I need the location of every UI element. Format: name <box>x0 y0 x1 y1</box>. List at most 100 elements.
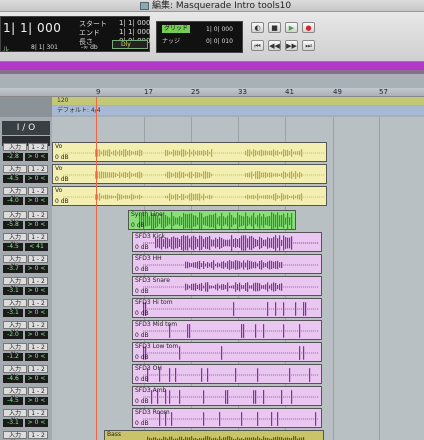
track-pan[interactable]: < 41 <box>25 243 48 251</box>
audio-clip[interactable]: Vo 0 dB <box>52 142 327 162</box>
track-channel-selector[interactable]: 1 - 2 <box>28 277 48 285</box>
clip-name: SFD3 Amb <box>135 387 167 394</box>
grid-nudge-panel[interactable]: グリッド ナッジ 1| 0| 000 0| 0| 010 <box>156 21 243 53</box>
track-input-selector[interactable]: 入力 No <box>3 187 27 202</box>
delay-compensation-toggle[interactable]: Dly <box>112 40 148 49</box>
clip-name: Vo <box>55 143 63 150</box>
stop-button[interactable]: ■ <box>268 22 281 33</box>
track-pan[interactable]: > 0 < <box>25 287 48 295</box>
track-volume[interactable]: -4.6 <box>3 375 23 383</box>
track-pan[interactable]: > 0 < <box>25 265 48 273</box>
audio-clip[interactable]: SFD3 Low tom 0 dB <box>132 342 322 362</box>
audio-clip[interactable]: SFD3 Snare 0 dB <box>132 276 322 296</box>
go-to-end-button[interactable]: ⏭ <box>302 40 315 51</box>
track-input-selector[interactable]: 入力 No <box>3 255 27 270</box>
track-input-selector[interactable]: 入力 No <box>3 431 27 440</box>
track-pan[interactable]: > 0 < <box>25 419 48 427</box>
track-input-selector[interactable]: 入力 No <box>3 299 27 314</box>
audio-clip[interactable]: Vo 0 dB <box>52 164 327 184</box>
track-pan[interactable]: > 0 < <box>25 397 48 405</box>
track-volume[interactable]: -1.2 <box>3 353 23 361</box>
grid-value[interactable]: 1| 0| 000 <box>206 26 233 34</box>
track-pan[interactable]: > 0 < <box>25 153 48 161</box>
meter-ruler[interactable]: デフォルト: 4/4 <box>52 106 424 115</box>
audio-clip[interactable]: SFD3 Amb 0 dB <box>132 386 322 406</box>
track-pan[interactable]: > 0 < <box>25 353 48 361</box>
track-volume[interactable]: -2.8 <box>3 153 23 161</box>
audio-clip[interactable]: Synth Line 0 dB <box>128 210 296 230</box>
clip-waveform <box>147 436 305 440</box>
track-input-selector[interactable]: 入力 No <box>3 409 27 424</box>
track-pan[interactable]: > 0 < <box>25 197 48 205</box>
track-channel-selector[interactable]: 1 - 2 <box>28 233 48 241</box>
start-value[interactable]: 1| 1| 000 <box>119 19 150 27</box>
track-pan[interactable]: > 0 < <box>25 221 48 229</box>
grid-label[interactable]: グリッド <box>162 25 191 33</box>
clip-gain: 0 dB <box>135 420 149 427</box>
sub-counter[interactable]: 8| 1| 301 <box>31 44 58 51</box>
audio-clip[interactable]: SFD3 Hi tom 0 dB <box>132 298 322 318</box>
track-volume[interactable]: -4.5 <box>3 397 23 405</box>
track-volume[interactable]: -3.1 <box>3 287 23 295</box>
track-channel-selector[interactable]: 1 - 2 <box>28 321 48 329</box>
track-volume[interactable]: -3.7 <box>3 265 23 273</box>
nudge-value[interactable]: 0| 0| 010 <box>206 38 233 46</box>
fast-forward-button[interactable]: ▶▶ <box>285 40 298 51</box>
clip-waveform <box>63 193 325 201</box>
audio-clip[interactable]: SFD3 Mid tom 0 dB <box>132 320 322 340</box>
rewind-button[interactable]: ◀◀ <box>268 40 281 51</box>
ruler-tick: 57 <box>379 88 388 96</box>
audio-clip[interactable]: SFD3 OH 0 dB <box>132 364 322 384</box>
track-input-selector[interactable]: 入力 No <box>3 365 27 380</box>
track-volume[interactable]: -4.0 <box>3 197 23 205</box>
track-channel-selector[interactable]: 1 - 2 <box>28 143 48 151</box>
online-button[interactable]: ◐ <box>251 22 264 33</box>
track-volume[interactable]: -4.5 <box>3 175 23 183</box>
track-input-selector[interactable]: 入力 No <box>3 165 27 180</box>
track-channel-selector[interactable]: 1 - 2 <box>28 299 48 307</box>
track-input-selector[interactable]: 入力 No <box>3 343 27 358</box>
track-input-selector[interactable]: 入力 No <box>3 233 27 248</box>
track-channel-selector[interactable]: 1 - 2 <box>28 165 48 173</box>
track-input-selector[interactable]: 入力 No <box>3 321 27 336</box>
track-volume[interactable]: -3.1 <box>3 419 23 427</box>
track-channel-selector[interactable]: 1 - 2 <box>28 387 48 395</box>
audio-clip[interactable]: Vo 0 dB <box>52 186 327 206</box>
track-io-4: 入力 No1 - 2 -5.8> 0 < <box>0 210 52 232</box>
audio-clip[interactable]: SFD3 HH 0 dB <box>132 254 322 274</box>
edit-cursor <box>96 97 97 440</box>
play-button[interactable]: ▶ <box>285 22 298 33</box>
track-channel-selector[interactable]: 1 - 2 <box>28 211 48 219</box>
clip-name: SFD3 OH <box>135 365 162 372</box>
track-input-selector[interactable]: 入力 No <box>3 211 27 226</box>
main-counter[interactable]: 1| 1| 000 <box>3 21 61 35</box>
nudge-label[interactable]: ナッジ <box>162 38 180 46</box>
track-volume[interactable]: -2.0 <box>3 331 23 339</box>
return-to-zero-button[interactable]: ⏮ <box>251 40 264 51</box>
track-channel-selector[interactable]: 1 - 2 <box>28 365 48 373</box>
track-channel-selector[interactable]: 1 - 2 <box>28 431 48 439</box>
track-pan[interactable]: > 0 < <box>25 331 48 339</box>
tempo-ruler[interactable]: 120 <box>52 97 424 105</box>
track-channel-selector[interactable]: 1 - 2 <box>28 409 48 417</box>
audio-clip[interactable]: Bass0 dB <box>104 430 324 440</box>
track-volume[interactable]: -5.8 <box>3 221 23 229</box>
timeline[interactable]: Vo 0 dB Vo 0 dB Vo 0 dB Synth Line 0 dB SFD3 Kic… <box>52 117 424 440</box>
track-volume[interactable]: -4.5 <box>3 243 23 251</box>
track-pan[interactable]: > 0 < <box>25 375 48 383</box>
track-input-selector[interactable]: 入力 No <box>3 387 27 402</box>
clip-name: SFD3 Kick <box>135 233 165 240</box>
track-channel-selector[interactable]: 1 - 2 <box>28 343 48 351</box>
record-button[interactable]: ● <box>302 22 315 33</box>
track-channel-selector[interactable]: 1 - 2 <box>28 255 48 263</box>
end-value[interactable]: 1| 1| 000 <box>119 28 150 36</box>
bars-beats-ruler[interactable]: 9 17 25 33 41 49 57 <box>52 88 424 97</box>
track-volume[interactable]: -3.1 <box>3 309 23 317</box>
track-input-selector[interactable]: 入力 No <box>3 143 27 158</box>
track-channel-selector[interactable]: 1 - 2 <box>28 187 48 195</box>
audio-clip[interactable]: SFD3 Kick 0 dB <box>132 232 322 252</box>
track-pan[interactable]: > 0 < <box>25 309 48 317</box>
audio-clip[interactable]: SFD3 Room 0 dB <box>132 408 322 428</box>
track-pan[interactable]: > 0 < <box>25 175 48 183</box>
track-input-selector[interactable]: 入力 No <box>3 277 27 292</box>
